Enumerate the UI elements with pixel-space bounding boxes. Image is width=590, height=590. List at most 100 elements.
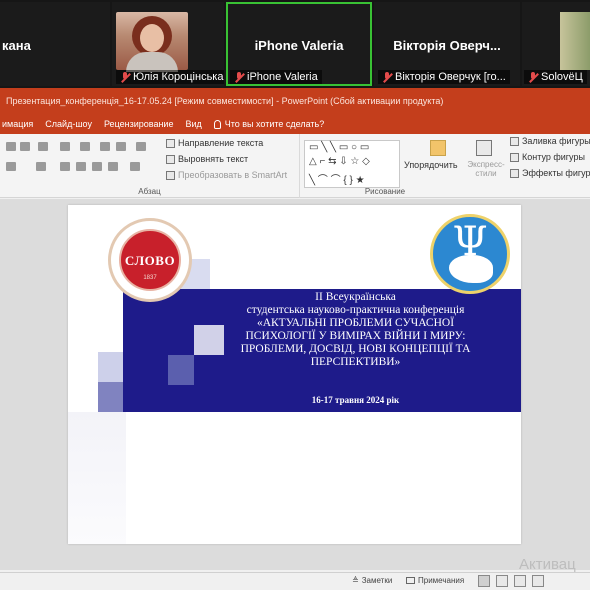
align-text-label: Выровнять текст — [178, 154, 249, 164]
title-line: «АКТУАЛЬНІ ПРОБЛЕМИ СУЧАСНОЇ — [256, 317, 455, 329]
align-text-button[interactable]: Выровнять текст — [166, 154, 248, 164]
align-right-icon[interactable] — [92, 162, 102, 171]
participant-nameplate: Юлія Короцінська — [116, 70, 224, 84]
columns-icon[interactable] — [130, 162, 140, 171]
decrease-indent-icon[interactable] — [100, 142, 110, 151]
align-center-icon[interactable] — [76, 162, 86, 171]
paragraph-group-label: Абзац — [138, 187, 161, 196]
comments-label: Примечания — [418, 576, 465, 585]
participant-nameplate: SolovёЦ — [524, 70, 587, 84]
participant-tile[interactable]: Юлія Короцінська — [112, 2, 224, 86]
window-title: Презентация_конференція_16-17.05.24 [Реж… — [0, 88, 590, 114]
increase-indent-icon[interactable] — [116, 142, 126, 151]
text-direction-icon — [166, 138, 175, 148]
notes-button[interactable]: ≜ Заметки — [352, 576, 392, 585]
slovo-logo-word: СЛОВО — [124, 253, 176, 268]
shapes-gallery[interactable]: ▭ ╲ ╲ ▭ ○ ▭ △ ⌐ ⇆ ⇩ ☆ ◇ ╲ ⌒ ⌒ { } ★ — [304, 140, 400, 188]
nameplate-label: Вікторія Оверчук [го... — [395, 71, 506, 83]
line-spacing-icon[interactable] — [136, 142, 146, 151]
quick-styles-button[interactable]: Экспресс-стили — [466, 160, 506, 178]
tell-me-box[interactable]: Что вы хотите сделать? — [213, 119, 325, 129]
participant-name: iPhone Valeria — [254, 38, 344, 53]
smartart-label: Преобразовать в SmartArt — [178, 170, 288, 180]
slide-canvas: СЛОВО 1837 Ψ ІІ Всеукраїнська студентськ… — [0, 199, 590, 570]
activation-watermark: Активац — [519, 556, 576, 573]
ribbon-tab-bar: имация Слайд-шоу Рецензирование Вид Что … — [0, 114, 590, 134]
muted-mic-icon — [528, 71, 538, 83]
normal-view-button[interactable] — [478, 575, 490, 587]
muted-mic-icon — [234, 71, 244, 83]
change-case-icon[interactable] — [6, 162, 16, 171]
quick-styles-icon[interactable] — [476, 140, 492, 156]
ribbon: Направление текста Выровнять текст Преоб… — [0, 134, 590, 198]
tab-view[interactable]: Вид — [185, 119, 201, 129]
pen-icon — [510, 152, 519, 162]
title-line: студентська науково-практична конференці… — [246, 304, 465, 316]
tell-me-text: Что вы хотите сделать? — [224, 119, 325, 129]
participant-tile[interactable]: Вікторія Оверч... Вікторія Оверчук [го..… — [374, 2, 520, 86]
slovo-logo-year: 1837 — [143, 275, 157, 281]
shape-outline-button[interactable]: Контур фигуры — [510, 152, 585, 162]
status-bar: ≜ Заметки Примечания — [0, 572, 590, 590]
participant-tile[interactable]: SolovёЦ — [522, 2, 590, 86]
muted-mic-icon — [120, 71, 130, 83]
conference-date[interactable]: 16-17 травня 2024 рік — [193, 395, 518, 405]
shape-fill-label: Заливка фигуры — [522, 136, 590, 146]
decor-gradient — [68, 412, 126, 544]
participant-name: Вікторія Оверч... — [393, 38, 501, 53]
shape-effects-label: Эффекты фигур — [522, 168, 590, 178]
decor-square — [98, 382, 126, 412]
reading-view-button[interactable] — [514, 575, 526, 587]
drawing-group: ▭ ╲ ╲ ▭ ○ ▭ △ ⌐ ⇆ ⇩ ☆ ◇ ╲ ⌒ ⌒ { } ★ Упор… — [300, 134, 590, 198]
justify-icon[interactable] — [108, 162, 118, 171]
participant-tile[interactable]: кана — [0, 2, 110, 86]
slide-sorter-button[interactable] — [496, 575, 508, 587]
participant-video — [560, 12, 590, 70]
font-color-icon[interactable] — [36, 162, 46, 171]
slideshow-button[interactable] — [532, 575, 544, 587]
clear-format-icon[interactable] — [38, 142, 48, 151]
nameplate-label: SolovёЦ — [541, 71, 583, 83]
shape-fill-button[interactable]: Заливка фигуры — [510, 136, 590, 146]
drawing-group-label: Рисование — [364, 187, 406, 196]
muted-mic-icon — [382, 71, 392, 83]
decor-square — [168, 355, 194, 385]
participant-name: кана — [2, 38, 31, 53]
slide[interactable]: СЛОВО 1837 Ψ ІІ Всеукраїнська студентськ… — [68, 205, 521, 544]
decor-square — [98, 352, 126, 382]
title-line: ПЕРСПЕКТИВИ» — [310, 356, 401, 368]
tab-animations[interactable]: имация — [2, 119, 33, 129]
tab-review[interactable]: Рецензирование — [104, 119, 174, 129]
participant-strip: кана Юлія Короцінська iPhone Valeria iPh… — [0, 0, 590, 88]
font-size-increase-icon[interactable] — [6, 142, 16, 151]
arrange-icon[interactable] — [408, 140, 468, 156]
numbering-icon[interactable] — [80, 142, 90, 151]
comments-button[interactable]: Примечания — [406, 576, 464, 585]
title-line: ІІ Всеукраїнська — [315, 291, 396, 303]
text-direction-button[interactable]: Направление текста — [166, 138, 263, 148]
lightbulb-icon — [213, 119, 221, 129]
shape-outline-label: Контур фигуры — [522, 152, 585, 162]
bullets-icon[interactable] — [60, 142, 70, 151]
effects-icon — [510, 168, 519, 178]
slovo-logo: СЛОВО 1837 — [108, 218, 192, 302]
notes-icon: ≜ — [352, 576, 359, 585]
align-left-icon[interactable] — [60, 162, 70, 171]
align-text-icon — [166, 154, 175, 164]
slide-title-text[interactable]: ІІ Всеукраїнська студентська науково-пра… — [193, 291, 518, 369]
paragraph-group: Направление текста Выровнять текст Преоб… — [0, 134, 300, 198]
participant-tile-active[interactable]: iPhone Valeria iPhone Valeria — [226, 2, 372, 86]
dove-icon — [449, 255, 493, 283]
smartart-button[interactable]: Преобразовать в SmartArt — [166, 170, 287, 180]
participant-nameplate: Вікторія Оверчук [го... — [378, 70, 510, 84]
participant-nameplate: iPhone Valeria — [230, 70, 322, 84]
powerpoint-window: Презентация_конференція_16-17.05.24 [Реж… — [0, 88, 590, 590]
smartart-icon — [166, 170, 175, 180]
screen: кана Юлія Короцінська iPhone Valeria iPh… — [0, 0, 590, 590]
tab-slideshow[interactable]: Слайд-шоу — [45, 119, 92, 129]
paint-bucket-icon — [510, 136, 519, 146]
font-size-decrease-icon[interactable] — [20, 142, 30, 151]
participant-video — [116, 12, 188, 72]
arrange-button[interactable]: Упорядочить — [404, 160, 458, 170]
shape-effects-button[interactable]: Эффекты фигур — [510, 168, 590, 178]
